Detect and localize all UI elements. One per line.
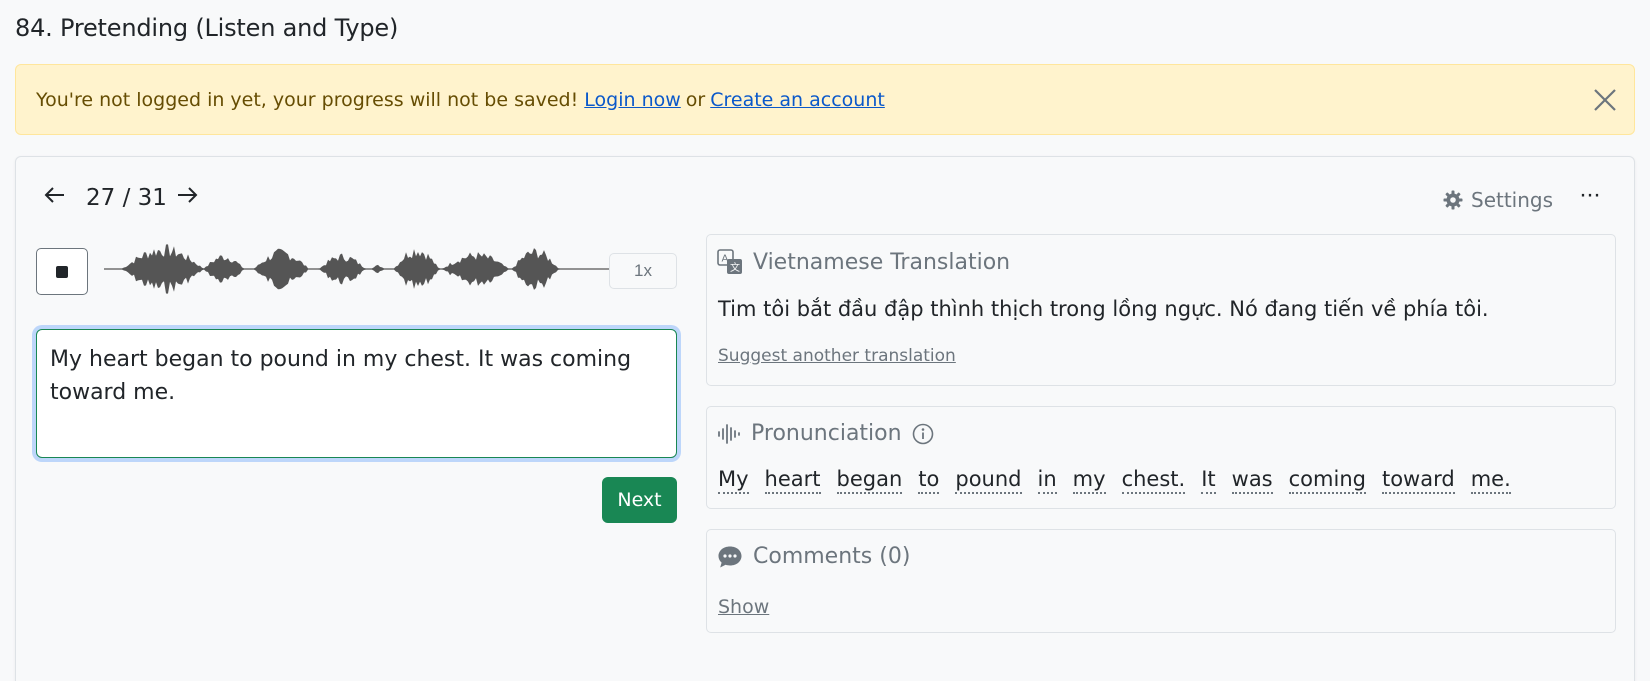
create-account-link[interactable]: Create an account [710, 89, 885, 111]
next-button[interactable]: Next [602, 477, 677, 523]
pronunciation-word[interactable]: chest. [1121, 467, 1186, 494]
soundwave-icon [718, 423, 740, 444]
pronunciation-word[interactable]: It [1201, 467, 1216, 494]
pronunciation-word[interactable]: me. [1470, 467, 1511, 494]
settings-button[interactable]: Settings [1443, 188, 1553, 212]
pronunciation-word[interactable]: was [1231, 467, 1273, 494]
comments-heading: Comments (0) [753, 544, 911, 569]
alert-message: You're not logged in yet, your progress … [36, 88, 579, 111]
stop-icon [56, 265, 68, 278]
pronunciation-word[interactable]: toward [1381, 467, 1455, 494]
stop-button[interactable] [36, 248, 88, 295]
show-comments-link[interactable]: Show [718, 596, 769, 618]
pronunciation-heading: Pronunciation [751, 421, 902, 446]
pronunciation-word[interactable]: My [718, 467, 749, 494]
pronunciation-panel: Pronunciation My heart began to pound in my che… [706, 406, 1616, 509]
arrow-right-icon[interactable] [176, 184, 198, 206]
chat-icon [718, 546, 742, 567]
gear-icon [1443, 190, 1463, 210]
pronunciation-words: My heart began to pound in my chest. It was coming… [718, 467, 1511, 494]
info-icon[interactable] [912, 423, 934, 445]
translation-heading: Vietnamese Translation [753, 249, 1011, 275]
pronunciation-word[interactable]: my [1072, 467, 1106, 494]
pronunciation-word[interactable]: coming [1288, 467, 1366, 494]
answer-input[interactable] [36, 329, 677, 458]
svg-text:文: 文 [730, 261, 740, 274]
login-link[interactable]: Login now [584, 89, 681, 111]
translate-icon: A 文 [717, 249, 742, 274]
suggest-translation-link[interactable]: Suggest another translation [718, 346, 956, 366]
alert-separator: or [685, 88, 706, 111]
arrow-left-icon[interactable] [44, 184, 66, 206]
login-warning-alert: You're not logged in yet, your progress … [15, 64, 1635, 135]
pronunciation-word[interactable]: heart [764, 467, 821, 494]
more-options-button[interactable]: ··· [1579, 181, 1601, 209]
page-title: 84. Pretending (Listen and Type) [15, 14, 399, 42]
close-icon[interactable] [1592, 87, 1618, 113]
playback-speed-button[interactable]: 1x [609, 253, 677, 289]
sentence-counter: 27 / 31 [86, 185, 167, 211]
comments-panel: Comments (0) Show [706, 529, 1616, 633]
pronunciation-word[interactable]: to [918, 467, 940, 494]
translation-panel: A 文 Vietnamese Translation Tim tôi bắt đ… [706, 234, 1616, 386]
settings-label: Settings [1471, 188, 1554, 212]
pronunciation-word[interactable]: began [836, 467, 903, 494]
pronunciation-word[interactable]: pound [955, 467, 1022, 494]
pronunciation-word[interactable]: in [1037, 467, 1057, 494]
translation-text: Tim tôi bắt đầu đập thình thịch trong lồ… [718, 297, 1489, 321]
exercise-card: 27 / 31 Settings ··· 1x Next [15, 156, 1635, 681]
audio-waveform[interactable] [104, 235, 614, 303]
